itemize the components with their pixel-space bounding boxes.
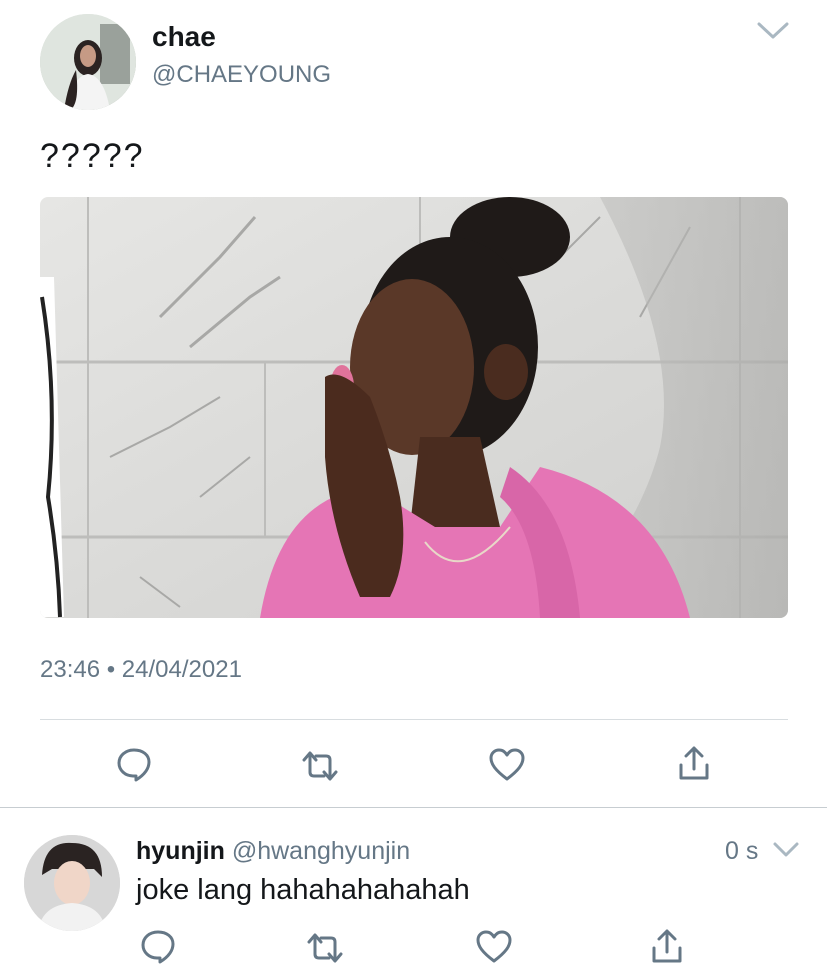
retweet-icon[interactable]	[300, 750, 340, 782]
tweet-media[interactable]	[40, 197, 788, 618]
author-name[interactable]: chae	[152, 20, 216, 54]
divider	[40, 719, 788, 720]
reply-time: 0 s	[725, 837, 759, 865]
reply-retweet-icon[interactable]	[305, 932, 345, 964]
reply-text: joke lang hahahahahahah	[136, 874, 470, 906]
author-handle[interactable]: @CHAEYOUNG	[152, 60, 331, 90]
like-icon[interactable]	[489, 748, 525, 782]
section-divider	[0, 807, 827, 808]
chevron-down-icon[interactable]	[756, 20, 790, 42]
reply-like-icon[interactable]	[476, 930, 512, 964]
share-icon[interactable]	[678, 745, 710, 781]
reply-reply-icon[interactable]	[140, 928, 176, 964]
author-avatar[interactable]	[40, 14, 136, 110]
reply-author-handle[interactable]: @hwanghyunjin	[232, 837, 410, 865]
reply-share-icon[interactable]	[651, 928, 683, 964]
tweet-timestamp: 23:46 • 24/04/2021	[40, 656, 242, 683]
tweet-text: ?????	[40, 137, 145, 175]
reply-header: hyunjin @hwanghyunjin	[136, 836, 410, 866]
reply-author-avatar[interactable]	[24, 835, 120, 931]
reply-author-name[interactable]: hyunjin	[136, 837, 225, 865]
reply-icon[interactable]	[116, 746, 152, 782]
reply-chevron-down-icon[interactable]	[772, 840, 800, 860]
